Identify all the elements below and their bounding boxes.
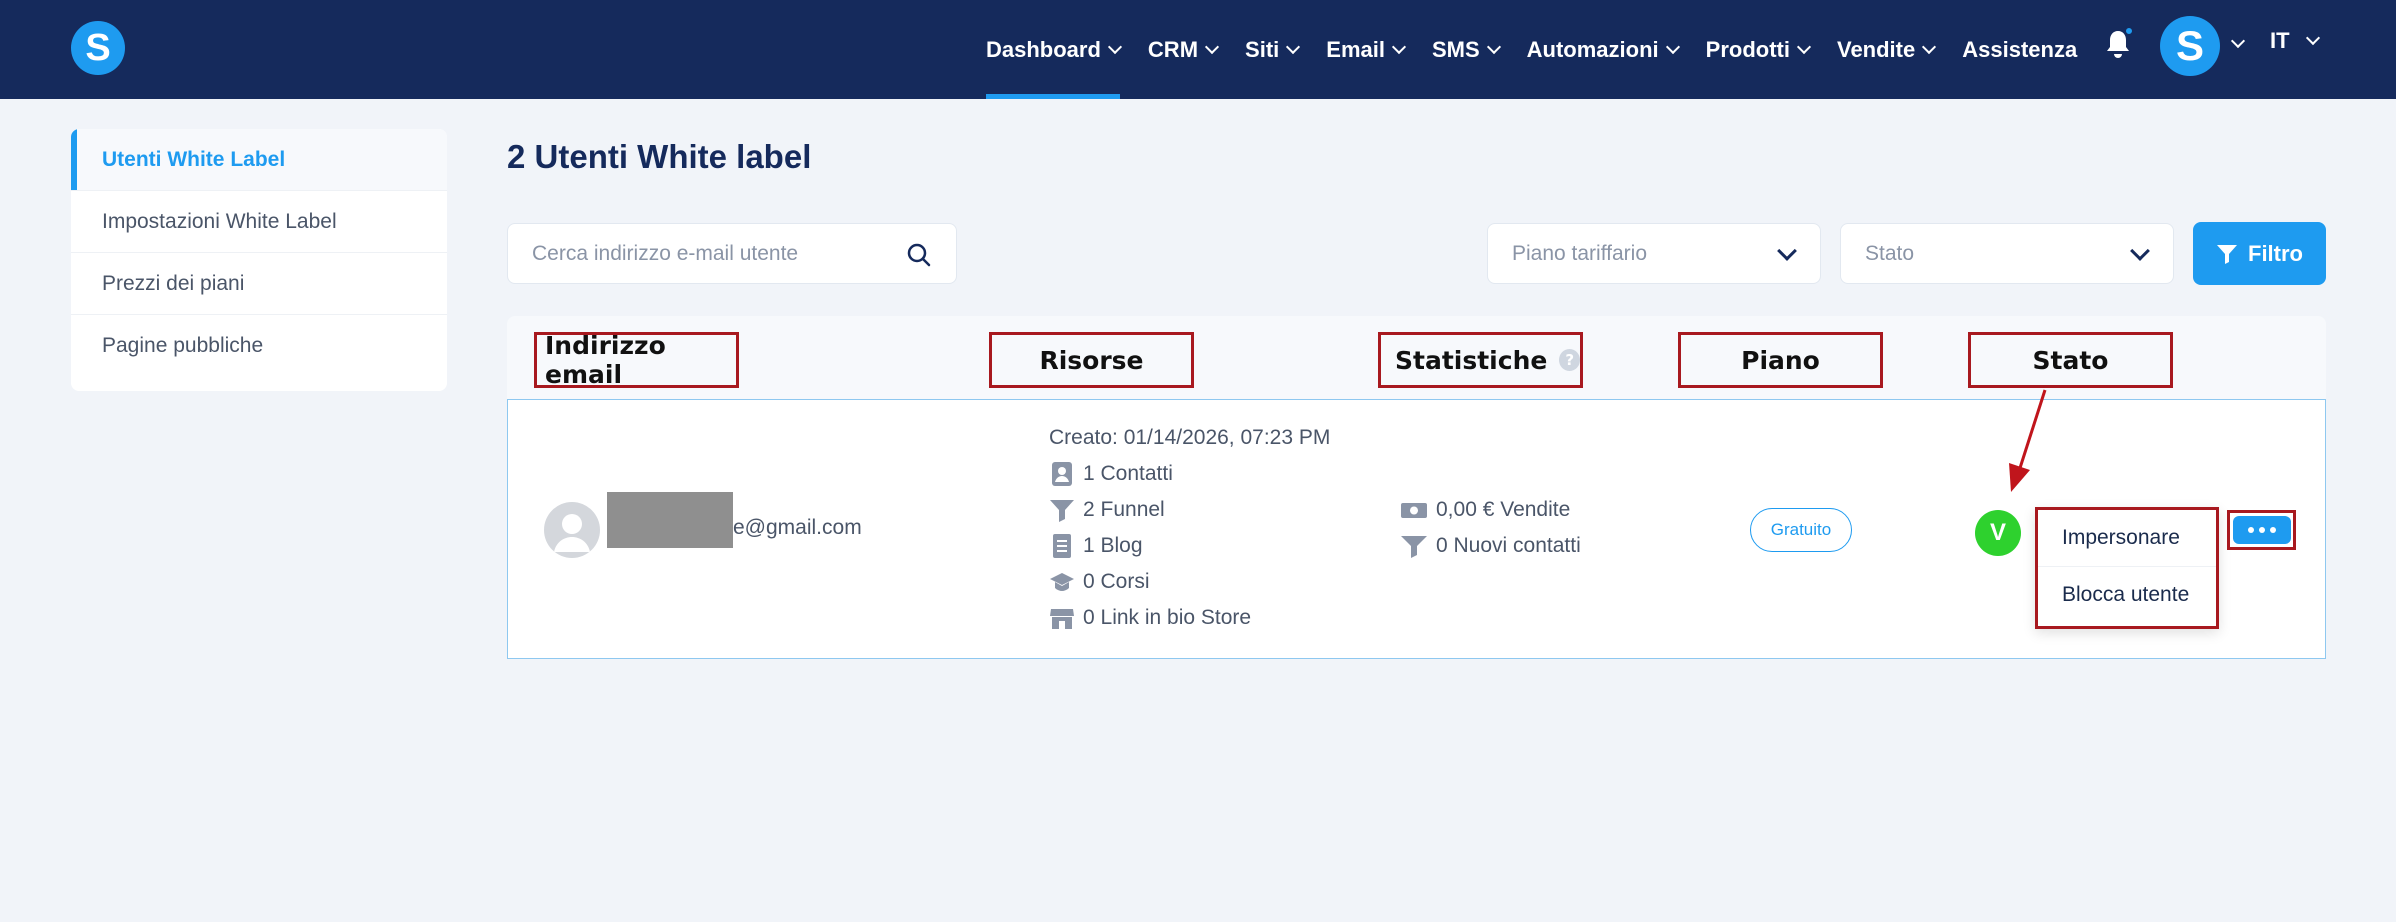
nav-item-prodotti[interactable]: Prodotti [1706, 0, 1812, 99]
stat-new-contacts: 0 Nuovi contatti [1400, 533, 1581, 559]
page-title: 2 Utenti White label [507, 138, 812, 175]
resource-contacts: 1 Contatti [1049, 461, 1173, 487]
table-header: Indirizzo email Risorse Statistiche? Pia… [507, 316, 2326, 399]
search-icon[interactable] [906, 242, 932, 268]
resource-store: 0 Link in bio Store [1049, 605, 1251, 631]
nav-item-assistenza[interactable]: Assistenza [1962, 0, 2077, 99]
chevron-down-icon [2305, 30, 2320, 46]
redacted-email-part [607, 492, 733, 548]
chevron-down-icon [1391, 39, 1407, 54]
more-actions-highlight [2227, 510, 2296, 550]
money-icon [1401, 503, 1427, 518]
nav-item-vendite[interactable]: Vendite [1837, 0, 1937, 99]
resource-funnel: 2 Funnel [1049, 497, 1165, 523]
plan-badge: Gratuito [1750, 508, 1852, 552]
status-select[interactable]: Stato [1840, 223, 2174, 284]
dot-icon [2269, 527, 2276, 533]
chevron-down-icon [1286, 39, 1301, 54]
table-row: e@gmail.com Creato: 01/14/2026, 07:23 PM… [507, 399, 2326, 659]
stat-sales: 0,00 € Vendite [1400, 497, 1570, 523]
dot-icon [2258, 527, 2265, 533]
funnel-icon [1401, 536, 1427, 558]
nav-item-automazioni[interactable]: Automazioni [1527, 0, 1680, 99]
chevron-down-icon [1796, 39, 1812, 54]
plan-select[interactable]: Piano tariffario [1487, 223, 1821, 284]
dot-icon [2247, 527, 2254, 533]
column-header-stato: Stato [1968, 332, 2173, 388]
filter-icon [2217, 244, 2237, 264]
column-header-email: Indirizzo email [534, 331, 739, 389]
language-selector[interactable]: IT [2270, 28, 2320, 54]
chevron-down-icon [1107, 39, 1122, 54]
resource-courses: 0 Corsi [1049, 569, 1150, 595]
graduation-cap-icon [1050, 573, 1074, 591]
nav-item-siti[interactable]: Siti [1245, 0, 1301, 99]
created-date: Creato: 01/14/2026, 07:23 PM [1049, 426, 1331, 449]
chevron-down-icon [1777, 241, 1797, 261]
sidebar-item-pagine[interactable]: Pagine pubbliche [71, 315, 447, 377]
column-header-statistiche: Statistiche? [1378, 332, 1583, 388]
settings-sidebar: Utenti White Label Impostazioni White La… [71, 129, 447, 391]
chevron-down-icon [1486, 39, 1501, 54]
funnel-icon [1050, 500, 1074, 522]
store-icon [1050, 609, 1074, 629]
main-nav: Dashboard CRM Siti Email SMS Automazioni… [986, 0, 2105, 99]
filter-button[interactable]: Filtro [2193, 222, 2326, 285]
more-actions-button[interactable] [2232, 516, 2291, 544]
person-icon [554, 514, 590, 552]
chevron-down-icon [1204, 39, 1220, 54]
nav-item-email[interactable]: Email [1326, 0, 1407, 99]
sidebar-item-prezzi[interactable]: Prezzi dei piani [71, 253, 447, 315]
menu-item-impersonate[interactable]: Impersonare [2038, 510, 2216, 566]
sidebar-item-utenti-white-label[interactable]: Utenti White Label [71, 129, 447, 191]
nav-item-dashboard[interactable]: Dashboard [986, 0, 1122, 99]
status-badge: V [1975, 510, 2021, 556]
user-avatar-menu[interactable]: S [2160, 16, 2220, 76]
search-box [507, 223, 957, 284]
notification-dot [2124, 26, 2134, 36]
chevron-down-icon [1922, 39, 1937, 54]
chevron-down-icon [1665, 39, 1680, 54]
chevron-down-icon [2130, 241, 2150, 261]
nav-item-sms[interactable]: SMS [1432, 0, 1501, 99]
column-header-risorse: Risorse [989, 332, 1194, 388]
resource-blog: 1 Blog [1049, 533, 1143, 559]
info-icon[interactable]: ? [1559, 349, 1580, 371]
nav-item-crm[interactable]: CRM [1148, 0, 1220, 99]
menu-item-block-user[interactable]: Blocca utente [2038, 566, 2216, 622]
user-email: e@gmail.com [733, 516, 862, 539]
user-avatar [544, 502, 600, 558]
row-actions-menu: Impersonare Blocca utente [2035, 507, 2219, 629]
brand-logo[interactable]: S [71, 21, 125, 75]
contact-card-icon [1052, 462, 1072, 486]
search-input[interactable] [532, 241, 892, 266]
column-header-piano: Piano [1678, 332, 1883, 388]
sidebar-item-impostazioni[interactable]: Impostazioni White Label [71, 191, 447, 253]
top-navbar: S Dashboard CRM Siti Email SMS Automazio… [0, 0, 2396, 99]
document-icon [1053, 534, 1071, 558]
chevron-down-icon[interactable] [2230, 33, 2246, 49]
